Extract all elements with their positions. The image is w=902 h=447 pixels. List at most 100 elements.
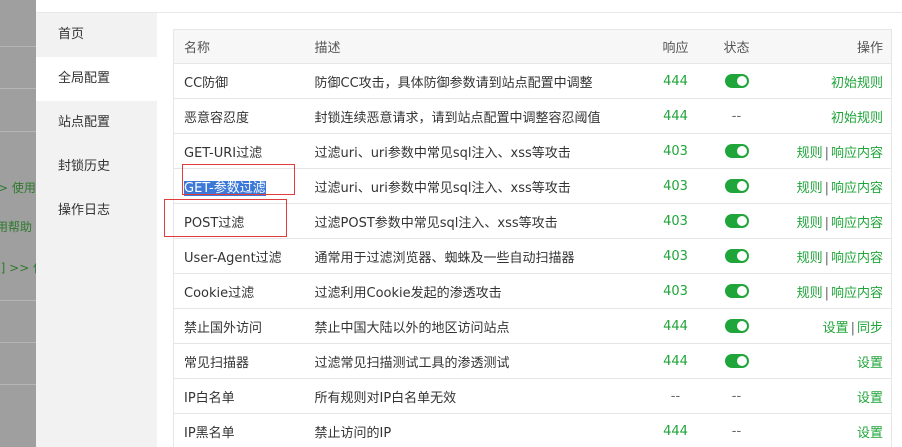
rule-name: 禁止国外访问: [173, 308, 305, 344]
rule-response-code[interactable]: 403: [645, 203, 706, 239]
rule-description: 过滤利用Cookie发起的渗透攻击: [304, 273, 646, 309]
sidebar-item-operation-log[interactable]: 操作日志: [36, 189, 157, 233]
op-link[interactable]: 响应内容: [831, 251, 883, 266]
toggle-switch-icon[interactable]: [724, 179, 749, 193]
rule-name-text: 常见扫描器: [184, 355, 250, 371]
rule-name: CC防御: [173, 63, 305, 99]
op-link[interactable]: 规则: [797, 251, 823, 266]
rule-description: 过滤uri、uri参数中常见sql注入、xss等攻击: [304, 133, 646, 169]
table-row: 禁止国外访问 禁止中国大陆以外的地区访问站点 444 设置 | 同步: [173, 308, 892, 344]
rule-status: [705, 238, 768, 274]
rule-description: 封锁连续恶意请求，请到站点配置中调整容忍阈值: [304, 98, 646, 134]
op-separator: |: [824, 250, 829, 266]
rule-name: 恶意容忍度: [173, 98, 305, 134]
op-link[interactable]: 规则: [797, 286, 823, 301]
rule-status: [705, 133, 768, 169]
op-link[interactable]: 响应内容: [831, 216, 883, 231]
rule-response-code[interactable]: 444: [645, 308, 706, 344]
rule-name: IP黑名单: [173, 413, 305, 447]
rule-description: 过滤POST参数中常见sql注入、xss等攻击: [304, 203, 646, 239]
op-link[interactable]: 设置: [823, 321, 849, 336]
rule-response-code[interactable]: 444: [645, 98, 706, 134]
op-link[interactable]: 初始规则: [831, 111, 883, 126]
rule-description: 通常用于过滤浏览器、蜘蛛及一些自动扫描器: [304, 238, 646, 274]
rule-name-text: 禁止国外访问: [184, 320, 263, 336]
op-link[interactable]: 规则: [797, 181, 823, 196]
op-link[interactable]: 初始规则: [831, 76, 883, 91]
rules-table: 名称 描述 响应 状态 操作 CC防御 防御CC攻击，具体防御参数请到站点配置中调…: [173, 29, 892, 447]
rule-operations: 规则 | 响应内容: [767, 168, 892, 204]
rule-status: --: [705, 413, 768, 447]
rule-response-code[interactable]: 444: [645, 63, 706, 99]
toggle-switch-icon[interactable]: [724, 354, 749, 368]
header-status: 状态: [705, 29, 768, 64]
header-operation: 操作: [767, 29, 892, 64]
sidebar-item-site-config[interactable]: 站点配置: [36, 101, 157, 145]
op-link[interactable]: 响应内容: [831, 286, 883, 301]
rule-description: 过滤常见扫描测试工具的渗透测试: [304, 343, 646, 379]
rule-response-code[interactable]: 403: [645, 133, 706, 169]
rule-response-code[interactable]: 403: [645, 273, 706, 309]
rule-response-code[interactable]: 403: [645, 238, 706, 274]
rule-name-text: 恶意容忍度: [184, 110, 250, 126]
sidebar-item-home[interactable]: 首页: [36, 13, 157, 57]
table-row: IP白名单 所有规则对IP白名单无效 -- -- 设置: [173, 378, 892, 414]
op-link[interactable]: 设置: [857, 391, 883, 406]
rule-operations: 设置: [767, 413, 892, 447]
rule-status: [705, 273, 768, 309]
annotation-box-get-param: [182, 164, 295, 195]
op-link[interactable]: 规则: [797, 146, 823, 161]
op-separator: |: [824, 180, 829, 196]
rule-response-code[interactable]: 444: [645, 343, 706, 379]
toggle-switch-icon[interactable]: [724, 74, 749, 88]
background-text: > 使用: [0, 181, 36, 195]
rule-name: User-Agent过滤: [173, 238, 305, 274]
rule-operations: 设置 | 同步: [767, 308, 892, 344]
op-link[interactable]: 设置: [857, 426, 883, 441]
op-separator: |: [824, 145, 829, 161]
toggle-switch-icon[interactable]: [724, 319, 749, 333]
rule-name: Cookie过滤: [173, 273, 305, 309]
toggle-switch-icon[interactable]: [724, 284, 749, 298]
op-link[interactable]: 同步: [857, 321, 883, 336]
sidebar-item-global-config[interactable]: 全局配置: [36, 57, 157, 101]
op-link[interactable]: 规则: [797, 216, 823, 231]
annotation-box-post: [164, 199, 287, 237]
sidebar-item-block-history[interactable]: 封锁历史: [36, 145, 157, 189]
op-link[interactable]: 设置: [857, 356, 883, 371]
toggle-switch-icon[interactable]: [724, 249, 749, 263]
rule-operations: 规则 | 响应内容: [767, 203, 892, 239]
rule-response-code: --: [645, 378, 706, 414]
rule-name-text: Cookie过滤: [184, 285, 255, 301]
background-text: 用帮助: [0, 220, 33, 234]
rule-response-code[interactable]: 444: [645, 413, 706, 447]
table-row: 恶意容忍度 封锁连续恶意请求，请到站点配置中调整容忍阈值 444 -- 初始规则: [173, 98, 892, 134]
op-link[interactable]: 响应内容: [831, 146, 883, 161]
rule-operations: 设置: [767, 378, 892, 414]
rule-name-text: CC防御: [184, 75, 229, 91]
toggle-switch-icon[interactable]: [724, 214, 749, 228]
rule-name-text: GET-URI过滤: [184, 145, 263, 161]
rules-table-container: 名称 描述 响应 状态 操作 CC防御 防御CC攻击，具体防御参数请到站点配置中调…: [173, 29, 892, 447]
modal-header: [36, 0, 902, 13]
sidebar-nav: 首页 全局配置 站点配置 封锁历史 操作日志: [36, 13, 157, 447]
rule-response-code[interactable]: 403: [645, 168, 706, 204]
rule-description: 禁止访问的IP: [304, 413, 646, 447]
rule-operations: 初始规则: [767, 98, 892, 134]
rule-name: 常见扫描器: [173, 343, 305, 379]
rule-description: 所有规则对IP白名单无效: [304, 378, 646, 414]
header-response: 响应: [645, 29, 706, 64]
rule-status: [705, 308, 768, 344]
table-row: CC防御 防御CC攻击，具体防御参数请到站点配置中调整 444 初始规则: [173, 63, 892, 99]
rule-status: [705, 63, 768, 99]
rule-status: --: [705, 378, 768, 414]
rule-operations: 规则 | 响应内容: [767, 273, 892, 309]
rule-description: 过滤uri、uri参数中常见sql注入、xss等攻击: [304, 168, 646, 204]
background-text: ]] >> 使: [0, 261, 36, 275]
toggle-switch-icon[interactable]: [724, 144, 749, 158]
rule-description: 防御CC攻击，具体防御参数请到站点配置中调整: [304, 63, 646, 99]
op-link[interactable]: 响应内容: [831, 181, 883, 196]
table-row: 常见扫描器 过滤常见扫描测试工具的渗透测试 444 设置: [173, 343, 892, 379]
rule-operations: 规则 | 响应内容: [767, 133, 892, 169]
rule-operations: 规则 | 响应内容: [767, 238, 892, 274]
